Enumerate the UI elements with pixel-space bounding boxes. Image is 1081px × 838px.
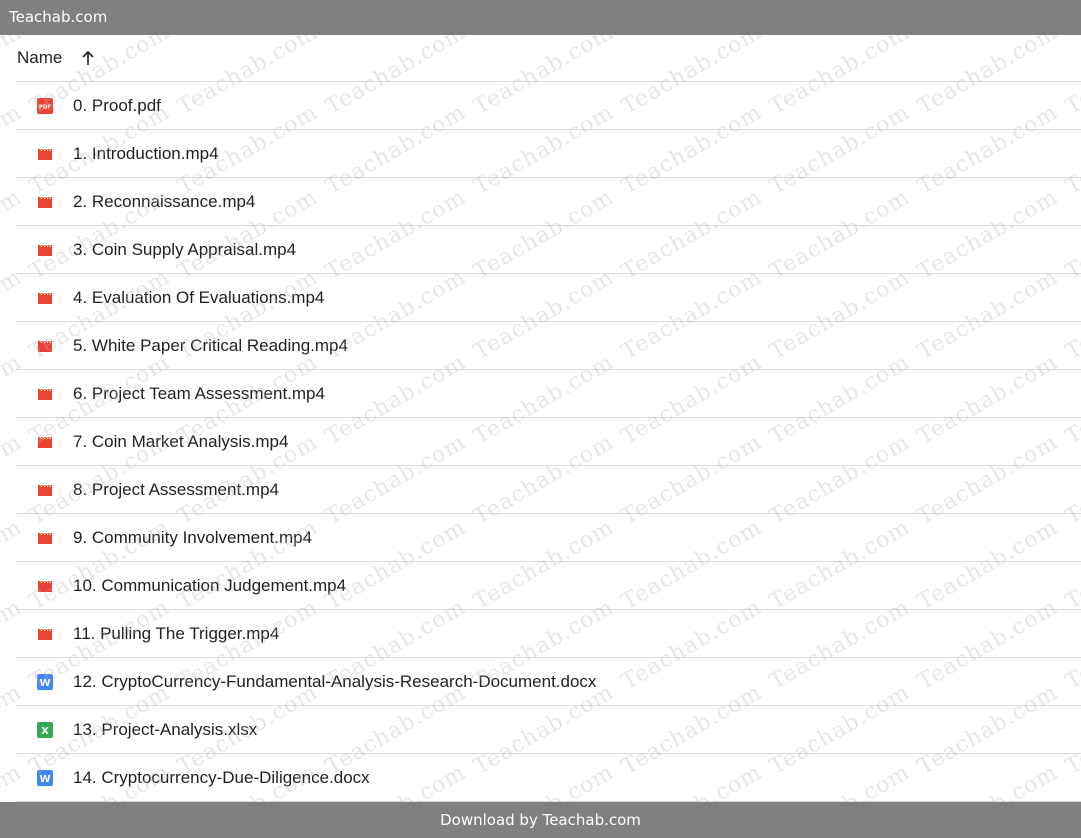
arrow-up-icon[interactable] — [80, 48, 96, 68]
file-name: 8. Project Assessment.mp4 — [73, 479, 279, 499]
file-name: 7. Coin Market Analysis.mp4 — [73, 431, 289, 451]
video-icon — [37, 530, 53, 546]
word-icon: W — [37, 673, 53, 690]
video-icon — [37, 482, 53, 498]
file-row[interactable]: 9. Community Involvement.mp4 — [16, 514, 1081, 562]
file-row[interactable]: X 13. Project-Analysis.xlsx — [16, 706, 1081, 754]
file-name: 4. Evaluation Of Evaluations.mp4 — [73, 287, 325, 307]
video-icon — [37, 290, 53, 306]
file-row[interactable]: 10. Communication Judgement.mp4 — [16, 562, 1081, 610]
file-row[interactable]: 5. White Paper Critical Reading.mp4 — [16, 322, 1081, 370]
video-icon — [37, 626, 53, 642]
file-name: 3. Coin Supply Appraisal.mp4 — [73, 239, 297, 259]
svg-text:PDF: PDF — [39, 104, 52, 110]
file-row[interactable]: 3. Coin Supply Appraisal.mp4 — [16, 226, 1081, 274]
file-name: 6. Project Team Assessment.mp4 — [73, 383, 325, 403]
file-name: 1. Introduction.mp4 — [73, 143, 219, 163]
file-row[interactable]: PDF 0. Proof.pdf — [16, 82, 1081, 130]
file-row[interactable]: 4. Evaluation Of Evaluations.mp4 — [16, 274, 1081, 322]
file-row[interactable]: 8. Project Assessment.mp4 — [16, 466, 1081, 514]
file-row[interactable]: W 14. Cryptocurrency-Due-Diligence.docx — [16, 754, 1081, 802]
video-icon — [37, 434, 53, 450]
file-name: 12. CryptoCurrency-Fundamental-Analysis-… — [73, 671, 597, 691]
site-title: Teachab.com — [9, 8, 108, 26]
video-icon — [37, 386, 53, 402]
file-name: 0. Proof.pdf — [73, 95, 161, 115]
file-row[interactable]: W 12. CryptoCurrency-Fundamental-Analysis… — [16, 658, 1081, 706]
download-credit: Download by Teachab.com — [440, 811, 641, 829]
video-icon — [37, 194, 53, 210]
file-name: 14. Cryptocurrency-Due-Diligence.docx — [73, 767, 370, 787]
video-icon — [37, 242, 53, 258]
excel-icon: X — [37, 721, 53, 738]
file-name: 5. White Paper Critical Reading.mp4 — [73, 335, 348, 355]
file-name: 10. Communication Judgement.mp4 — [73, 575, 347, 595]
video-icon — [37, 578, 53, 594]
svg-text:W: W — [39, 774, 50, 785]
file-name: 13. Project-Analysis.xlsx — [73, 719, 258, 739]
bottom-bar: Download by Teachab.com — [0, 802, 1081, 838]
svg-text:X: X — [41, 726, 49, 737]
word-icon: W — [37, 769, 53, 786]
file-name: 2. Reconnaissance.mp4 — [73, 191, 256, 211]
file-row[interactable]: 2. Reconnaissance.mp4 — [16, 178, 1081, 226]
name-column-header[interactable]: Name — [17, 48, 62, 68]
file-name: 9. Community Involvement.mp4 — [73, 527, 313, 547]
file-row[interactable]: 1. Introduction.mp4 — [16, 130, 1081, 178]
pdf-icon: PDF — [37, 97, 53, 114]
file-list: PDF 0. Proof.pdf 1. Introduction.mp4 2. Rec… — [16, 82, 1081, 802]
video-icon — [37, 146, 53, 162]
video-icon — [37, 338, 53, 354]
file-name: 11. Pulling The Trigger.mp4 — [73, 623, 280, 643]
column-header: Name — [16, 35, 1081, 82]
file-row[interactable]: 11. Pulling The Trigger.mp4 — [16, 610, 1081, 658]
top-bar: Teachab.com — [0, 0, 1081, 35]
file-row[interactable]: 6. Project Team Assessment.mp4 — [16, 370, 1081, 418]
file-row[interactable]: 7. Coin Market Analysis.mp4 — [16, 418, 1081, 466]
svg-text:W: W — [39, 678, 50, 689]
